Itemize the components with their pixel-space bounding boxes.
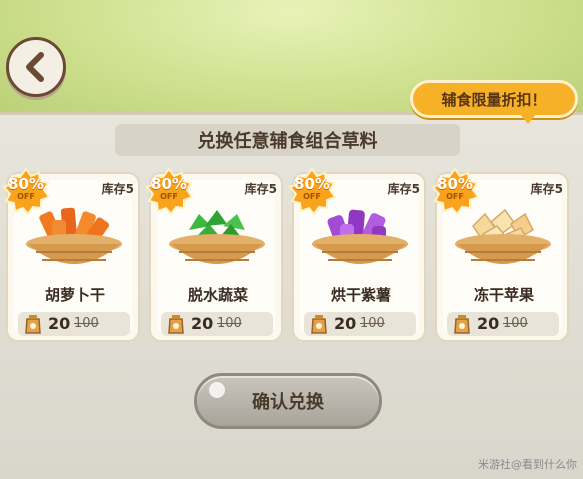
discount-percent: 80% <box>8 175 44 193</box>
stock-label: 库存5 <box>530 182 563 196</box>
purple-potato-icon <box>312 209 408 264</box>
price-old: 100 <box>360 316 385 331</box>
item-card-carrot[interactable]: 80% OFF 库存5 胡萝卜干 20 100 <box>2 167 140 342</box>
button-shine <box>209 382 225 398</box>
discount-off: OFF <box>160 192 178 201</box>
stock-label: 库存5 <box>387 182 420 196</box>
discount-percent: 80% <box>294 175 330 193</box>
price-now: 20 <box>477 314 500 333</box>
carrot-icon <box>26 207 122 264</box>
item-card-purple-potato[interactable]: 80% OFF 库存5 烘干紫薯 20 100 <box>288 167 426 342</box>
price-now: 20 <box>48 314 71 333</box>
back-arrow-icon <box>26 52 44 82</box>
price-box: 20 100 <box>447 312 559 336</box>
price-box: 20 100 <box>161 312 273 336</box>
item-name: 冻干苹果 <box>473 286 534 304</box>
confirm-exchange-button[interactable]: 确认兑换 <box>194 373 382 429</box>
feed-bag-icon <box>454 315 470 334</box>
feed-bag-icon <box>311 315 327 334</box>
confirm-exchange-label: 确认兑换 <box>252 392 324 413</box>
back-button[interactable] <box>6 37 66 97</box>
price-box: 20 100 <box>18 312 130 336</box>
price-old: 100 <box>74 316 99 331</box>
promo-bubble: 辅食限量折扣！ <box>410 80 578 118</box>
watermark: 米游社@看到什么你 <box>478 458 577 471</box>
item-name: 脱水蔬菜 <box>187 286 248 304</box>
promo-bubble-tail <box>520 114 536 124</box>
price-now: 20 <box>191 314 214 333</box>
price-now: 20 <box>334 314 357 333</box>
discount-percent: 80% <box>151 175 187 193</box>
price-old: 100 <box>503 316 528 331</box>
item-name: 胡萝卜干 <box>44 286 105 304</box>
discount-off: OFF <box>17 192 35 201</box>
feed-bag-icon <box>168 315 184 334</box>
stock-label: 库存5 <box>244 182 277 196</box>
vegetable-icon <box>169 210 265 264</box>
section-title: 兑换任意辅食组合草料 <box>115 124 460 156</box>
apple-icon <box>455 208 551 264</box>
price-old: 100 <box>217 316 242 331</box>
discount-off: OFF <box>446 192 464 201</box>
discount-off: OFF <box>303 192 321 201</box>
feed-bag-icon <box>25 315 41 334</box>
item-name: 烘干紫薯 <box>330 286 391 304</box>
item-card-vegetable[interactable]: 80% OFF 库存5 脱水蔬菜 20 100 <box>145 167 283 342</box>
stock-label: 库存5 <box>101 182 134 196</box>
discount-percent: 80% <box>437 175 473 193</box>
price-box: 20 100 <box>304 312 416 336</box>
item-card-apple[interactable]: 80% OFF 库存5 冻干苹果 20 100 <box>431 167 569 342</box>
